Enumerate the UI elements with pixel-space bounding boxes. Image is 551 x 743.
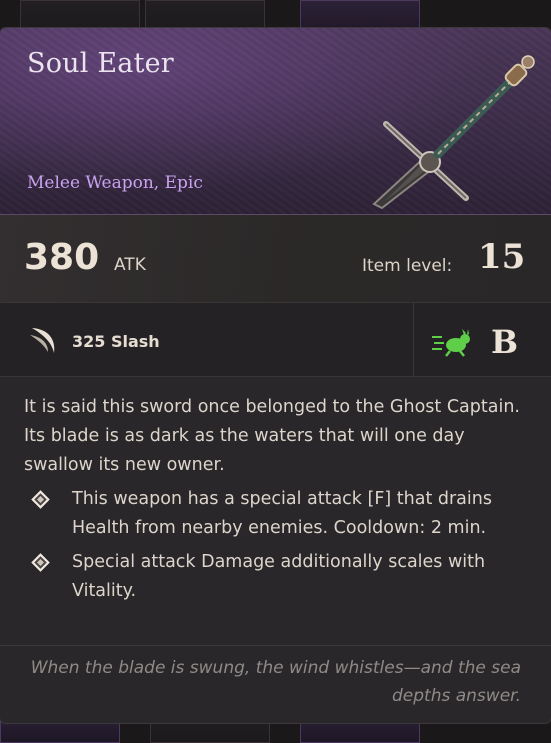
effect-text: Special attack Damage additionally scale… [72, 552, 486, 601]
slash-icon [30, 328, 55, 353]
item-level-value: 15 [478, 237, 526, 277]
effect-item: This weapon has a special attack [F] tha… [24, 485, 524, 543]
item-tooltip: Soul Eater Melee Weapon, Epic 380 ATK It… [0, 28, 551, 723]
stats-row: 380 ATK Item level: 15 [0, 215, 551, 303]
attack-value: 380 [24, 237, 100, 278]
effect-item: Special attack Damage additionally scale… [24, 548, 524, 606]
item-type: Melee Weapon, Epic [27, 173, 203, 193]
divider [0, 645, 551, 646]
effect-text: This weapon has a special attack [F] tha… [72, 489, 492, 538]
item-description: It is said this sword once belonged to t… [24, 397, 520, 475]
attack-unit: ATK [114, 255, 146, 275]
diamond-bullet-icon [31, 490, 50, 509]
divider [413, 303, 414, 377]
attack-speed-grade: B [491, 323, 519, 361]
item-name: Soul Eater [27, 48, 174, 79]
flavor-text: When the blade is swung, the wind whistl… [30, 658, 521, 706]
running-rabbit-icon [432, 329, 470, 357]
damage-row: 325 Slash B [0, 303, 551, 377]
effect-list: This weapon has a special attack [F] tha… [24, 485, 524, 611]
sword-icon [372, 55, 535, 210]
item-level-label: Item level: [362, 256, 453, 276]
damage-text: 325 Slash [72, 332, 160, 351]
tooltip-header: Soul Eater Melee Weapon, Epic [0, 28, 551, 215]
diamond-bullet-icon [31, 553, 50, 572]
